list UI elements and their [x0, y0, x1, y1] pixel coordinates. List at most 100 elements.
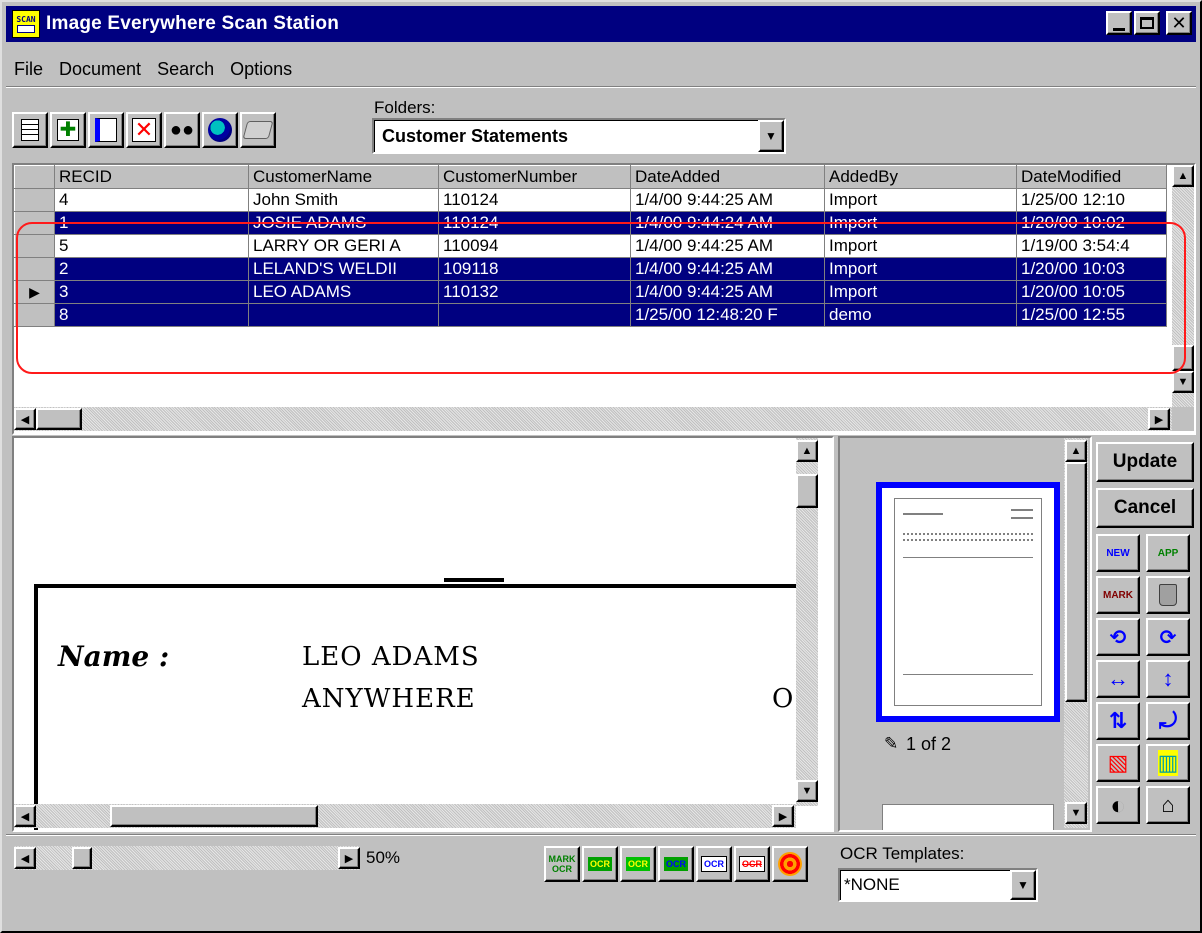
zoom-slider[interactable]: [14, 846, 360, 870]
grid-horizontal-thumb[interactable]: [36, 408, 82, 430]
table-row[interactable]: 1 JOSIE ADAMS 110124 1/4/00 9:44:24 AM I…: [14, 211, 1167, 235]
grid-scroll-right-button[interactable]: ▶: [1148, 408, 1170, 430]
row-indicator[interactable]: [14, 303, 55, 327]
document-scroll-left-button[interactable]: ◀: [14, 805, 36, 827]
zoom-in-button[interactable]: ▶: [338, 847, 360, 869]
mark-ocr-button[interactable]: MARK OCR: [544, 846, 580, 882]
document-horizontal-thumb[interactable]: [110, 805, 318, 827]
ocr-zone-button[interactable]: OCR: [582, 846, 618, 882]
ocr-read-button[interactable]: OCR: [696, 846, 732, 882]
flip-button[interactable]: ⇅: [1096, 702, 1140, 740]
column-header[interactable]: RECID: [54, 165, 249, 189]
table-cell[interactable]: 1/20/00 10:03: [1016, 257, 1167, 281]
recycle-button[interactable]: [1146, 576, 1190, 614]
table-cell[interactable]: 3: [54, 280, 249, 304]
table-cell[interactable]: Import: [824, 211, 1017, 235]
zoom-out-button[interactable]: ◀: [14, 847, 36, 869]
table-row[interactable]: ▶ 3 LEO ADAMS 110132 1/4/00 9:44:25 AM I…: [14, 280, 1167, 304]
table-row[interactable]: 8 1/25/00 12:48:20 F demo 1/25/00 12:55: [14, 303, 1167, 327]
table-cell[interactable]: Import: [824, 280, 1017, 304]
cancel-button[interactable]: Cancel: [1096, 488, 1194, 528]
page-thumbnail[interactable]: [882, 804, 1054, 830]
folders-dropdown-button[interactable]: ▼: [758, 120, 784, 152]
table-cell[interactable]: 1/4/00 9:44:25 AM: [630, 188, 825, 212]
minimize-button[interactable]: [1106, 11, 1132, 35]
table-cell[interactable]: 110124: [438, 211, 631, 235]
scan-button[interactable]: [88, 112, 124, 148]
table-cell[interactable]: demo: [824, 303, 1017, 327]
table-row[interactable]: 4 John Smith 110124 1/4/00 9:44:25 AM Im…: [14, 188, 1167, 212]
table-cell[interactable]: [248, 303, 439, 327]
ocr-grid-button[interactable]: OCR: [658, 846, 694, 882]
document-image-view[interactable]: Name : LEO ADAMS ANYWHERE O: ▲ ▼ ◀ ▶: [14, 438, 832, 830]
document-scroll-right-button[interactable]: ▶: [772, 805, 794, 827]
mark-append-button[interactable]: MARK: [1096, 576, 1140, 614]
table-cell[interactable]: [438, 303, 631, 327]
crop-button[interactable]: ▥: [1146, 744, 1190, 782]
deskew-button[interactable]: ⤾: [1146, 702, 1190, 740]
thumbnails-scroll-down-button[interactable]: ▼: [1065, 802, 1087, 824]
table-cell[interactable]: 1/25/00 12:55: [1016, 303, 1167, 327]
table-cell[interactable]: 1/20/00 10:05: [1016, 280, 1167, 304]
web-search-button[interactable]: [202, 112, 238, 148]
target-button[interactable]: [772, 846, 808, 882]
table-cell[interactable]: 1/4/00 9:44:25 AM: [630, 280, 825, 304]
grid-horizontal-scrollbar[interactable]: [14, 407, 1172, 431]
column-header[interactable]: CustomerNumber: [438, 165, 631, 189]
grid-scroll-down-button[interactable]: ▼: [1172, 371, 1194, 393]
table-cell[interactable]: 110124: [438, 188, 631, 212]
table-cell[interactable]: Import: [824, 188, 1017, 212]
table-cell[interactable]: LELAND'S WELDII: [248, 257, 439, 281]
thumbnails-scroll-thumb[interactable]: [1065, 462, 1087, 702]
document-vertical-thumb[interactable]: [796, 474, 818, 508]
maximize-button[interactable]: [1134, 11, 1160, 35]
table-cell[interactable]: 1/4/00 9:44:24 AM: [630, 211, 825, 235]
fit-width-button[interactable]: ↔: [1096, 660, 1140, 698]
menu-search[interactable]: Search: [149, 59, 222, 80]
table-cell[interactable]: 8: [54, 303, 249, 327]
ocr-zone-green-button[interactable]: OCR: [620, 846, 656, 882]
table-cell[interactable]: 1/4/00 9:44:25 AM: [630, 257, 825, 281]
ocr-templates-combo[interactable]: *NONE ▼: [838, 868, 1038, 902]
title-bar[interactable]: SCAN Image Everywhere Scan Station ✕: [6, 6, 1196, 42]
table-row[interactable]: 5 LARRY OR GERI A 110094 1/4/00 9:44:25 …: [14, 234, 1167, 258]
folders-combo[interactable]: Customer Statements ▼: [372, 118, 786, 154]
delete-record-button[interactable]: ✕: [126, 112, 162, 148]
table-cell[interactable]: John Smith: [248, 188, 439, 212]
table-cell[interactable]: Import: [824, 234, 1017, 258]
new-document-button[interactable]: [12, 112, 48, 148]
header-corner[interactable]: [14, 165, 55, 189]
despeckle-button[interactable]: ⌂: [1146, 786, 1190, 824]
row-indicator[interactable]: ▶: [14, 280, 55, 304]
table-cell[interactable]: 4: [54, 188, 249, 212]
grid-scroll-up-button[interactable]: ▲: [1172, 165, 1194, 187]
table-cell[interactable]: 5: [54, 234, 249, 258]
zoom-slider-thumb[interactable]: [72, 847, 92, 869]
menu-options[interactable]: Options: [222, 59, 300, 80]
column-header[interactable]: DateAdded: [630, 165, 825, 189]
new-document-button-side[interactable]: NEW: [1096, 534, 1140, 572]
add-record-button[interactable]: ✚: [50, 112, 86, 148]
column-header[interactable]: DateModified: [1016, 165, 1167, 189]
table-cell[interactable]: 110132: [438, 280, 631, 304]
table-row[interactable]: 2 LELAND'S WELDII 109118 1/4/00 9:44:25 …: [14, 257, 1167, 281]
thumbnails-scroll-up-button[interactable]: ▲: [1065, 440, 1087, 462]
menu-document[interactable]: Document: [51, 59, 149, 80]
table-cell[interactable]: 1/4/00 9:44:25 AM: [630, 234, 825, 258]
remove-noise-button[interactable]: ▧: [1096, 744, 1140, 782]
ocr-delete-button[interactable]: OCR: [734, 846, 770, 882]
ocr-templates-dropdown-button[interactable]: ▼: [1010, 870, 1036, 900]
fit-height-button[interactable]: ↕: [1146, 660, 1190, 698]
append-button[interactable]: APP: [1146, 534, 1190, 572]
grid-scroll-left-button[interactable]: ◀: [14, 408, 36, 430]
grid-vertical-thumb[interactable]: [1172, 345, 1194, 371]
row-indicator[interactable]: [14, 188, 55, 212]
table-cell[interactable]: 110094: [438, 234, 631, 258]
row-indicator[interactable]: [14, 257, 55, 281]
table-cell[interactable]: 1: [54, 211, 249, 235]
close-button[interactable]: ✕: [1166, 11, 1192, 35]
update-button[interactable]: Update: [1096, 442, 1194, 482]
table-cell[interactable]: LARRY OR GERI A: [248, 234, 439, 258]
column-header[interactable]: CustomerName: [248, 165, 439, 189]
document-scroll-up-button[interactable]: ▲: [796, 440, 818, 462]
